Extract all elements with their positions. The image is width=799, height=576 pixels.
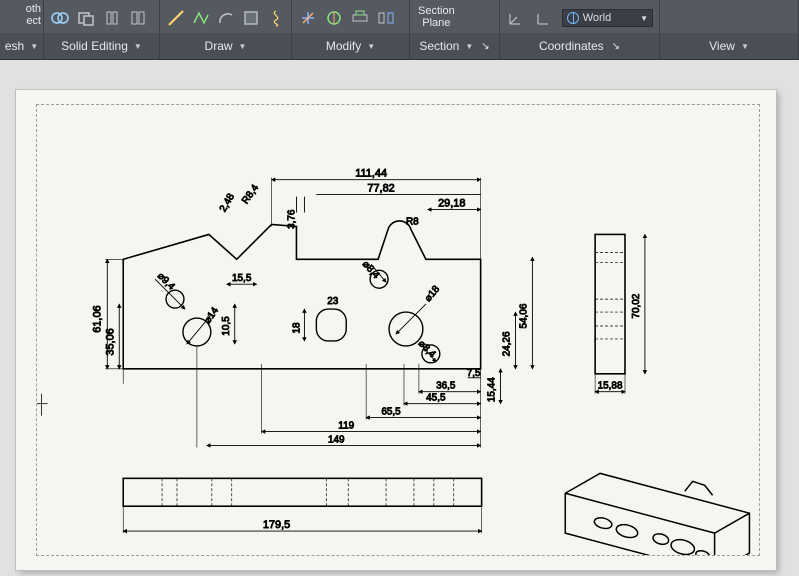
dim-7-5: 7,5 xyxy=(467,368,481,379)
chevron-down-icon: ▼ xyxy=(465,42,473,51)
draw-panel-label[interactable]: Draw ▼ xyxy=(160,33,291,59)
chevron-down-icon: ▼ xyxy=(134,42,142,51)
ucs-icon-2[interactable] xyxy=(534,8,554,28)
3d-align-icon[interactable] xyxy=(350,8,370,28)
ribbon-group-draw: Draw ▼ xyxy=(160,0,292,59)
dim-d8-4a: ⌀8,4 xyxy=(360,259,382,281)
dim-61-06: 61,06 xyxy=(91,305,103,332)
view-panel-label[interactable]: View ▼ xyxy=(660,33,798,59)
chevron-down-icon: ▼ xyxy=(239,42,247,51)
dim-77-82: 77,82 xyxy=(367,183,394,195)
dim-119: 119 xyxy=(338,421,354,432)
dim-35-06: 35,06 xyxy=(104,328,116,355)
polyline-icon[interactable] xyxy=(191,8,210,28)
ribbon-group-modify: Modify ▼ xyxy=(292,0,410,59)
dim-3-76: 3,76 xyxy=(286,209,297,229)
union-icon[interactable] xyxy=(50,8,70,28)
arc-icon[interactable] xyxy=(216,8,235,28)
chevron-down-icon: ▼ xyxy=(741,42,749,51)
dim-2-48: 2,48 xyxy=(218,191,237,214)
ucs-world-dropdown[interactable]: World ▼ xyxy=(562,9,653,27)
mesh-partial-label-2: ect xyxy=(26,15,41,27)
dim-15-5: 15,5 xyxy=(232,273,252,284)
dim-36-5: 36,5 xyxy=(436,381,456,392)
dim-15-44: 15,44 xyxy=(487,377,498,402)
separate-icon[interactable] xyxy=(128,8,148,28)
mesh-panel-label[interactable]: esh ▼ xyxy=(0,33,43,59)
dim-24-26: 24,26 xyxy=(502,331,513,356)
ucs-icon-1[interactable] xyxy=(506,8,526,28)
3d-move-icon[interactable] xyxy=(298,8,318,28)
helix-icon[interactable] xyxy=(266,8,285,28)
intersect-icon[interactable] xyxy=(102,8,122,28)
solid-editing-panel-label[interactable]: Solid Editing ▼ xyxy=(44,33,159,59)
ribbon-group-coordinates: World ▼ Coordinates ↘ xyxy=(500,0,660,59)
ribbon-group-section: Section Plane Section ▼ ↘ xyxy=(410,0,500,59)
3d-rotate-icon[interactable] xyxy=(324,8,344,28)
subtract-icon[interactable] xyxy=(76,8,96,28)
dim-29-18: 29,18 xyxy=(438,198,465,210)
dim-23: 23 xyxy=(327,296,339,307)
mesh-partial-label-1: oth xyxy=(26,3,41,15)
paper-sheet: 61,06 35,06 111,44 77,82 29,18 xyxy=(16,90,776,570)
section-plane-button[interactable]: Section Plane xyxy=(410,0,463,33)
ribbon-group-view: View ▼ xyxy=(660,0,799,59)
dim-r8: R8 xyxy=(406,216,419,227)
dim-18: 18 xyxy=(291,322,302,334)
dim-r8-4: R8,4 xyxy=(240,182,261,206)
drawing-canvas[interactable]: 61,06 35,06 111,44 77,82 29,18 xyxy=(0,60,799,576)
dim-d18: ⌀18 xyxy=(423,284,443,304)
dim-54-06: 54,06 xyxy=(518,303,529,328)
dim-149: 149 xyxy=(328,434,345,445)
dim-45-5: 45,5 xyxy=(426,393,446,404)
dim-d8-4b: ⌀8,4 xyxy=(416,338,438,360)
3d-mirror-icon[interactable] xyxy=(376,8,396,28)
chevron-down-icon: ▼ xyxy=(367,42,375,51)
dim-65-5: 65,5 xyxy=(381,407,401,418)
region-icon[interactable] xyxy=(241,8,260,28)
dim-10-5: 10,5 xyxy=(221,316,232,336)
modify-panel-label[interactable]: Modify ▼ xyxy=(292,33,409,59)
dim-70-02: 70,02 xyxy=(631,293,642,318)
ribbon-group-mesh: oth ect esh ▼ xyxy=(0,0,44,59)
globe-icon xyxy=(567,12,579,24)
dim-15-88: 15,88 xyxy=(598,381,623,392)
dim-d14: ⌀14 xyxy=(202,305,221,326)
ribbon: oth ect esh ▼ Solid Editing ▼ xyxy=(0,0,799,60)
chevron-down-icon: ▼ xyxy=(30,42,38,51)
paper-border: 61,06 35,06 111,44 77,82 29,18 xyxy=(36,104,760,556)
dim-d9-4: ⌀9,4 xyxy=(155,271,177,293)
line-icon[interactable] xyxy=(166,8,185,28)
coordinates-panel-label[interactable]: Coordinates ↘ xyxy=(500,33,659,59)
technical-drawing: 61,06 35,06 111,44 77,82 29,18 xyxy=(37,105,759,555)
dim-179-5: 179,5 xyxy=(263,519,290,531)
section-panel-label[interactable]: Section ▼ ↘ xyxy=(410,33,499,59)
ribbon-group-solid-editing: Solid Editing ▼ xyxy=(44,0,160,59)
dim-111-44: 111,44 xyxy=(355,168,387,180)
